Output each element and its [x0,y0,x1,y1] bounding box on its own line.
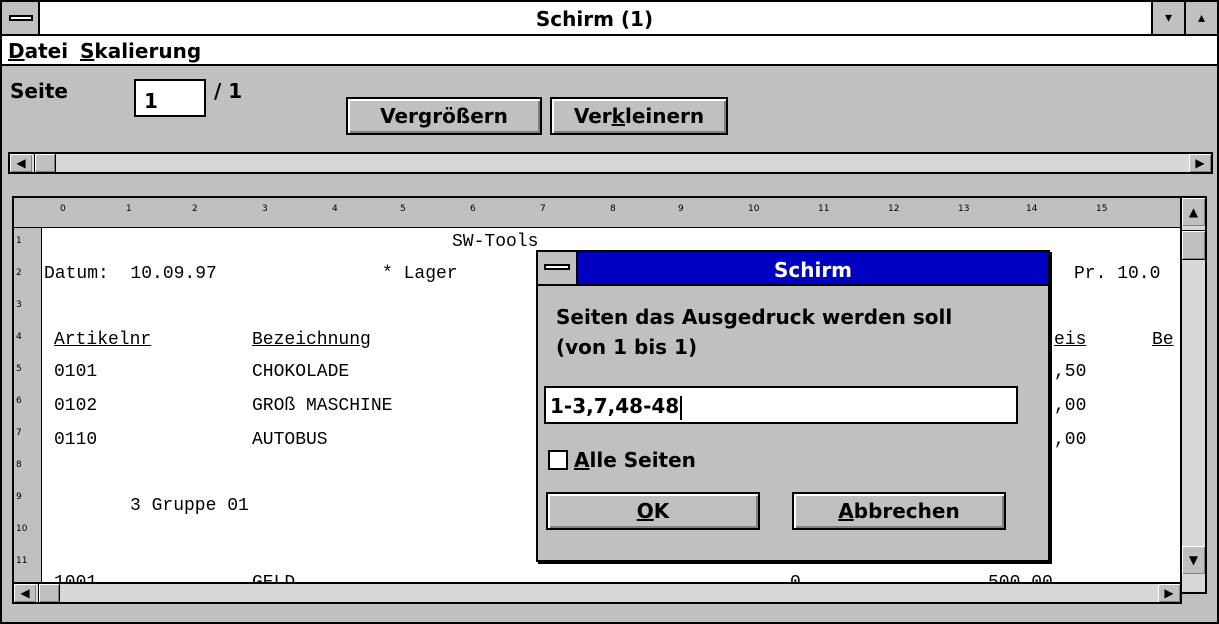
table-cell: 0102 [54,396,98,416]
scroll-left-arrow[interactable]: ◀ [14,584,36,602]
table-cell: 0110 [54,430,98,450]
column-header: eis [1054,330,1087,350]
menu-skalierung[interactable]: Skalierung [80,39,201,63]
report-header: SW-Tools [452,232,539,252]
title-bar: Schirm (1) ▾ ▴ [2,2,1217,36]
minimize-button[interactable]: ▾ [1151,2,1184,34]
scroll-down-arrow[interactable]: ▼ [1182,546,1205,574]
scroll-left-arrow[interactable]: ◀ [10,154,32,172]
dialog-title: Schirm [773,258,853,282]
menu-datei[interactable]: Datei [8,39,68,63]
table-cell: AUTOBUS [252,430,328,450]
bottom-horizontal-scrollbar[interactable]: ◀ ▶ [12,582,1182,604]
page-label: Seite [10,79,68,103]
cancel-button[interactable]: Abbrechen [792,492,1006,530]
ok-button[interactable]: OK [546,492,760,530]
all-pages-label[interactable]: Alle Seiten [574,448,696,472]
column-header: Bezeichnung [252,330,371,350]
report-pr: Pr. 10.0 [1074,264,1161,284]
vertical-ruler: 1 2 3 4 5 6 7 8 9 10 11 [14,228,42,590]
maximize-button[interactable]: ▴ [1184,2,1217,34]
scroll-up-arrow[interactable]: ▲ [1182,198,1205,226]
report-date: Datum: 10.09.97 [44,264,217,284]
group-total: 3 Gruppe 01 [130,496,249,516]
report-lager: * Lager [382,264,458,284]
window-title: Schirm (1) [535,7,654,31]
enlarge-button[interactable]: Vergrößern [346,97,542,135]
pages-input[interactable]: 1-3,7,48-48 [544,386,1018,424]
dialog-prompt: Seiten das Ausgedruck werden soll (von 1… [556,305,953,359]
horizontal-ruler: 0 1 2 3 4 5 6 7 8 9 10 11 12 13 14 15 [14,198,1184,228]
menu-bar: Datei Skalierung [2,36,1217,66]
toolbar: Seite 1 / 1 Vergrößern Verkleinern [2,66,1217,146]
page-total: / 1 [214,79,243,103]
table-cell: ,00 [1054,430,1087,450]
dialog-title-bar: Schirm [538,252,1048,286]
table-cell: ,00 [1054,396,1087,416]
all-pages-checkbox[interactable] [548,450,568,470]
table-cell: 0101 [54,362,98,382]
scroll-right-arrow[interactable]: ▶ [1158,584,1180,602]
table-cell: ,50 [1054,362,1087,382]
top-horizontal-scrollbar[interactable]: ◀ ▶ [8,152,1213,174]
page-number-input[interactable]: 1 [134,79,206,117]
column-header: Be [1152,330,1174,350]
column-header: Artikelnr [54,330,152,350]
vertical-scroll-thumb[interactable] [1182,230,1205,260]
table-cell: GROß MASCHINE [252,396,393,416]
text-caret [680,395,683,420]
system-menu-icon[interactable] [2,2,40,34]
table-cell: CHOKOLADE [252,362,350,382]
scroll-thumb[interactable] [38,584,60,602]
scroll-thumb[interactable] [34,154,56,172]
vertical-scrollbar[interactable]: ▲ ▼ [1180,198,1205,592]
scroll-right-arrow[interactable]: ▶ [1189,154,1211,172]
report-preview-window: Schirm (1) ▾ ▴ Datei Skalierung Seite 1 … [0,0,1219,624]
shrink-button[interactable]: Verkleinern [550,97,728,135]
dialog-system-menu-icon[interactable] [538,252,578,284]
print-pages-dialog: Schirm Seiten das Ausgedruck werden soll… [536,250,1050,562]
